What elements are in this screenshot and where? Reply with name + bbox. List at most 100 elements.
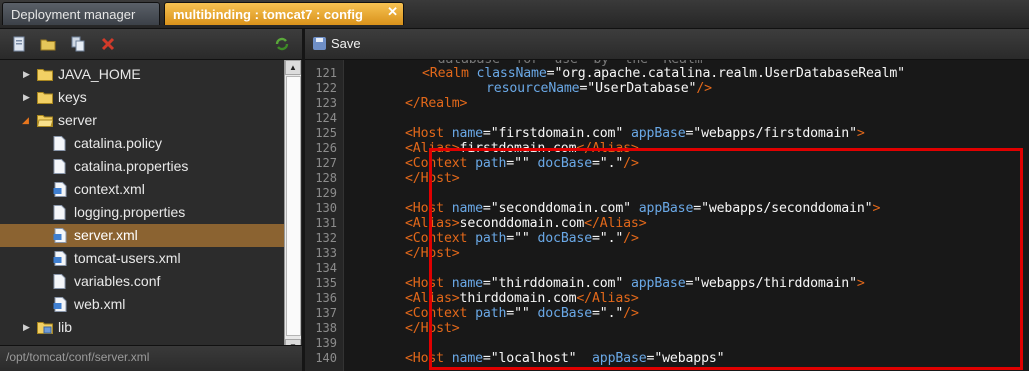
file-icon — [53, 205, 66, 220]
tree-item-label: tomcat-users.xml — [74, 250, 181, 266]
line-number: 127 — [315, 156, 337, 170]
code-token: = — [592, 306, 600, 321]
code-line: </Realm> — [405, 96, 467, 111]
line-number: 122 — [315, 81, 337, 95]
folder-icon — [37, 92, 53, 104]
editor-toolbar: Save — [305, 29, 1029, 60]
tree-item-context-xml[interactable]: context.xml — [0, 178, 284, 201]
file-icon — [53, 274, 66, 289]
line-number: 126 — [315, 141, 337, 155]
code-token: "" — [514, 306, 530, 321]
file-icon — [53, 159, 66, 174]
code-line: </Host> — [405, 171, 460, 186]
code-token: > — [872, 201, 881, 216]
save-button[interactable]: Save — [311, 34, 361, 54]
code-token: > — [856, 276, 865, 291]
tree-item-java-home[interactable]: ▶ JAVA_HOME — [0, 63, 284, 86]
delete-icon[interactable] — [100, 36, 116, 52]
code-token: firstdomain.com — [459, 141, 577, 156]
code-token: = — [592, 231, 600, 246]
line-number: 140 — [315, 351, 337, 365]
tree-item-keys[interactable]: ▶ keys — [0, 86, 284, 109]
scroll-up-arrow-icon[interactable]: ▲ — [285, 60, 301, 75]
code-line: </Host> — [405, 246, 460, 261]
tree-item-server-xml[interactable]: server.xml — [0, 224, 284, 247]
code-token: </Host> — [405, 321, 460, 336]
code-token: <Host — [405, 126, 452, 141]
expand-arrow-icon[interactable]: ▶ — [23, 86, 33, 109]
code-token: > — [856, 126, 865, 141]
tree-item-label: lib — [58, 319, 73, 335]
code-line: <Context path="" docBase="."/> — [405, 156, 639, 171]
line-number: 129 — [315, 186, 337, 200]
tree-scrollbar[interactable]: ▲ ▼ — [284, 60, 301, 368]
code-token: </Alias> — [584, 216, 647, 231]
tree-item-variables-conf[interactable]: variables.conf — [0, 270, 284, 293]
code-token: "thirddomain.com" — [490, 276, 624, 291]
line-number: 124 — [315, 111, 337, 125]
close-icon[interactable]: ✕ — [387, 0, 398, 23]
code-token: "webapps" — [654, 351, 725, 366]
code-token: = — [506, 156, 515, 171]
code-token: = — [482, 351, 491, 366]
refresh-icon[interactable] — [274, 36, 290, 52]
tree-item-label: context.xml — [74, 181, 145, 197]
code-token: "UserDatabase" — [587, 81, 697, 96]
code-token: </Realm> — [405, 96, 468, 111]
code-token: seconddomain.com — [459, 216, 585, 231]
file-path-status: /opt/tomcat/conf/server.xml — [0, 345, 302, 371]
code-token: </Host> — [405, 246, 460, 261]
scrollbar-thumb[interactable] — [286, 76, 301, 336]
tree-item-server[interactable]: ◢ server — [0, 109, 284, 132]
tree-item-lib[interactable]: ▶ lib — [0, 316, 284, 339]
line-number: 121 — [315, 66, 337, 80]
code-token: "webapps/thirddomain" — [693, 276, 857, 291]
highlight-box — [429, 148, 1023, 370]
code-token: name — [451, 201, 483, 216]
file-manager-panel: ▶ JAVA_HOME ▶ keys ◢ server catalina.pol… — [0, 29, 305, 371]
code-token: docBase — [537, 231, 592, 246]
line-number: 125 — [315, 126, 337, 140]
tab-deployment-manager[interactable]: Deployment manager — [2, 2, 160, 25]
code-token: <Alias> — [405, 216, 460, 231]
line-number-gutter: 121 122 123 124 125 126 127 128 129 130 131 132 133 1… — [305, 60, 344, 371]
line-number: 123 — [315, 96, 337, 110]
code-token: resourceName — [486, 81, 580, 96]
code-token: path — [475, 306, 507, 321]
code-token: <Context — [405, 306, 476, 321]
code-token: "localhost" — [490, 351, 577, 366]
tree-item-web-xml[interactable]: web.xml — [0, 293, 284, 316]
collapse-arrow-icon[interactable]: ◢ — [22, 109, 32, 132]
code-token: path — [475, 231, 507, 246]
tree-item-catalina-policy[interactable]: catalina.policy — [0, 132, 284, 155]
new-folder-icon[interactable] — [40, 36, 56, 52]
code-token: "webapps/firstdomain" — [693, 126, 857, 141]
expand-arrow-icon[interactable]: ▶ — [23, 63, 33, 86]
code-token: name — [451, 276, 483, 291]
code-token: name — [451, 126, 483, 141]
file-icon — [53, 136, 66, 151]
code-token: /> — [623, 231, 639, 246]
code-token: thirddomain.com — [459, 291, 577, 306]
code-token: appBase — [630, 126, 686, 141]
tree-item-label: catalina.policy — [74, 135, 162, 151]
tree-item-catalina-properties[interactable]: catalina.properties — [0, 155, 284, 178]
tree-item-logging-properties[interactable]: logging.properties — [0, 201, 284, 224]
expand-arrow-icon[interactable]: ▶ — [23, 316, 33, 339]
tree-item-tomcat-users-xml[interactable]: tomcat-users.xml — [0, 247, 284, 270]
copy-icon[interactable] — [70, 36, 86, 52]
code-token: docBase — [537, 156, 592, 171]
code-token: "." — [599, 231, 624, 246]
tree-item-label: JAVA_HOME — [58, 66, 141, 82]
code-token: <Host — [405, 276, 452, 291]
code-line: <Context path="" docBase="."/> — [405, 231, 639, 246]
tab-config[interactable]: multibinding : tomcat7 : config ✕ — [164, 2, 404, 25]
line-number: 137 — [315, 306, 337, 320]
code-token: "org.apache.catalina.realm.UserDatabaseR… — [554, 66, 905, 81]
line-number: 138 — [315, 321, 337, 335]
new-file-icon[interactable] — [11, 36, 27, 52]
code-token: appBase — [638, 201, 694, 216]
code-area[interactable]: database for use by the Realm <Realm cla… — [344, 60, 1029, 371]
